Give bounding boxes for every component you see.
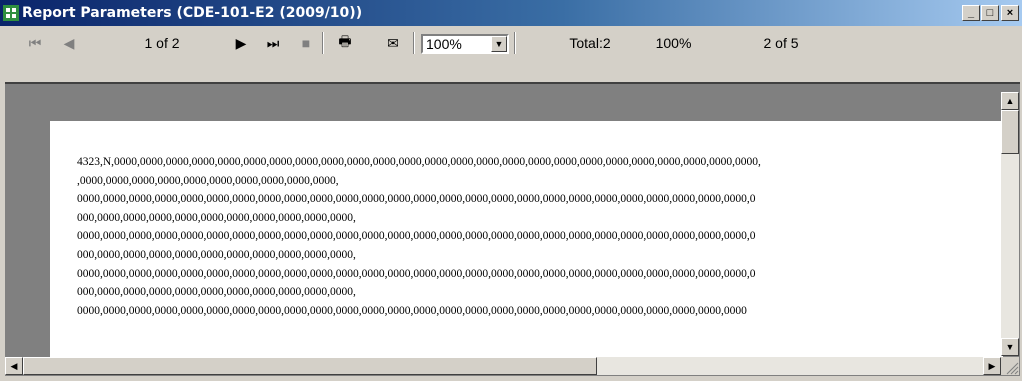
- title-bar[interactable]: Report Parameters (CDE-101-E2 (2009/10))…: [0, 0, 1022, 26]
- close-button[interactable]: ×: [1001, 5, 1019, 21]
- toolbar-separator: [322, 32, 324, 54]
- zoom-dropdown-button[interactable]: ▼: [491, 36, 507, 52]
- close-icon: ×: [1006, 7, 1014, 19]
- print-button[interactable]: 🖶: [335, 26, 355, 60]
- first-page-icon: ⏮: [28, 34, 42, 51]
- export-icon: ✉: [387, 34, 399, 51]
- arrow-right-icon: ▶: [988, 361, 996, 371]
- grip-icon: [1006, 362, 1019, 375]
- next-page-button[interactable]: ▶: [232, 26, 250, 60]
- report-line: 0000,0000,0000,0000,0000,0000,0000,0000,…: [77, 230, 756, 243]
- print-icon: 🖶: [338, 33, 352, 49]
- chevron-down-icon: ▼: [494, 39, 504, 49]
- report-text: 4323,N,0000,0000,0000,0000,0000,0000,000…: [77, 153, 995, 320]
- app-icon: [3, 5, 19, 21]
- stop-icon: ■: [301, 35, 311, 51]
- last-page-button[interactable]: ⏭: [264, 26, 282, 60]
- report-page: 4323,N,0000,0000,0000,0000,0000,0000,000…: [50, 121, 1003, 361]
- resize-grip[interactable]: [1001, 357, 1019, 375]
- arrow-up-icon: ▲: [1005, 96, 1015, 106]
- toolbar-separator: [514, 32, 516, 54]
- report-toolbar: ⏮ ◀ 1 of 2 ▶ ⏭ ■ 🖶 ✉ Total:2 100% 2 of 5: [0, 26, 1022, 60]
- horizontal-scrollbar[interactable]: ◀ ▶: [5, 357, 1001, 375]
- vertical-scroll-thumb[interactable]: [1001, 110, 1019, 154]
- report-viewer: 4323,N,0000,0000,0000,0000,0000,0000,000…: [5, 82, 1020, 376]
- maximize-button[interactable]: □: [981, 5, 999, 21]
- minimize-button[interactable]: _: [962, 5, 980, 21]
- scroll-right-button[interactable]: ▶: [983, 357, 1001, 375]
- report-line: 0000,0000,0000,0000,0000,0000,0000,0000,…: [77, 304, 747, 317]
- report-line: 0000,0000,0000,0000,0000,0000,0000,0000,…: [77, 267, 756, 280]
- horizontal-scroll-thumb[interactable]: [23, 357, 597, 375]
- report-line: 000,0000,0000,0000,0000,0000,0000,0000,0…: [77, 211, 356, 224]
- page-indicator: 1 of 2: [144, 35, 180, 51]
- scroll-down-button[interactable]: ▼: [1001, 338, 1019, 356]
- window-title: Report Parameters (CDE-101-E2 (2009/10)): [22, 5, 363, 21]
- last-page-icon: ⏭: [266, 34, 280, 51]
- zoom-select[interactable]: 100% ▼: [421, 34, 509, 54]
- next-page-icon: ▶: [235, 34, 247, 51]
- previous-page-button[interactable]: ◀: [60, 26, 78, 60]
- report-line: 000,0000,0000,0000,0000,0000,0000,0000,0…: [77, 248, 356, 261]
- export-button[interactable]: ✉: [383, 26, 403, 60]
- first-page-button[interactable]: ⏮: [26, 26, 44, 60]
- total-label: Total:2: [569, 35, 611, 51]
- arrow-left-icon: ◀: [10, 361, 18, 371]
- scroll-up-button[interactable]: ▲: [1001, 92, 1019, 110]
- maximize-icon: □: [986, 7, 994, 19]
- stop-button[interactable]: ■: [297, 26, 315, 60]
- toolbar-separator: [413, 32, 415, 54]
- pages-label: 2 of 5: [763, 35, 799, 51]
- vertical-scrollbar[interactable]: ▲ ▼: [1001, 92, 1019, 356]
- scroll-left-button[interactable]: ◀: [5, 357, 23, 375]
- report-line: 4323,N,0000,0000,0000,0000,0000,0000,000…: [77, 156, 761, 168]
- percent-label: 100%: [655, 35, 692, 51]
- report-line: ,0000,0000,0000,0000,0000,0000,0000,0000…: [77, 174, 339, 187]
- report-line: 0000,0000,0000,0000,0000,0000,0000,0000,…: [77, 193, 756, 206]
- previous-page-icon: ◀: [63, 34, 75, 51]
- arrow-down-icon: ▼: [1005, 342, 1015, 352]
- zoom-value: 100%: [426, 36, 462, 52]
- minimize-icon: _: [967, 7, 975, 19]
- report-line: 000,0000,0000,0000,0000,0000,0000,0000,0…: [77, 286, 356, 299]
